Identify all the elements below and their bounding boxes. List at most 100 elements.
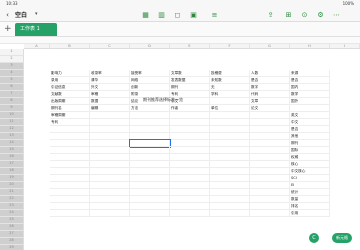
table-header-cell[interactable]: 影响力 (50, 70, 90, 77)
table-cell[interactable]: 期刊 (170, 84, 210, 91)
table-cell[interactable]: 未知数 (210, 77, 250, 84)
table-cell[interactable] (50, 147, 90, 154)
table-cell[interactable]: 引证信息 (50, 84, 90, 91)
table-cell[interactable]: 学科 (210, 91, 250, 98)
table-cell[interactable] (130, 189, 170, 196)
column-header-h[interactable]: H (290, 44, 330, 49)
row-header[interactable]: 3 (0, 63, 24, 70)
table-cell[interactable]: 是否 (290, 126, 330, 133)
row-header[interactable]: 19 (0, 175, 24, 182)
more-icon[interactable]: ⋯ (332, 10, 341, 19)
add-sheet-button[interactable]: + (4, 25, 13, 34)
row-header[interactable]: 7 (0, 91, 24, 98)
table-cell[interactable]: SCI (290, 175, 330, 182)
table-cell[interactable] (90, 168, 130, 175)
row-header[interactable]: 10 (0, 112, 24, 119)
table-cell[interactable] (130, 203, 170, 210)
row-header[interactable]: 21 (0, 189, 24, 196)
table-cell[interactable]: 是否 (290, 77, 330, 84)
table-cell[interactable] (210, 189, 250, 196)
row-header[interactable]: 20 (0, 182, 24, 189)
table-header-cell[interactable]: 人数 (250, 70, 290, 77)
table-header-cell[interactable]: 投稿费 (210, 70, 250, 77)
table-cell[interactable] (210, 133, 250, 140)
row-header[interactable]: 26 (0, 224, 24, 231)
table-cell[interactable] (50, 133, 90, 140)
table-cell[interactable] (170, 182, 210, 189)
table-cell[interactable] (170, 147, 210, 154)
table-cell[interactable] (210, 154, 250, 161)
chevron-down-icon[interactable]: ▾ (35, 11, 38, 17)
table-cell[interactable]: 论文 (250, 105, 290, 112)
table-cell[interactable]: 英文 (290, 112, 330, 119)
table-cell[interactable] (210, 112, 250, 119)
row-header[interactable]: 1 (0, 49, 24, 56)
table-cell[interactable] (210, 140, 250, 147)
table-cell[interactable] (170, 189, 210, 196)
shape-icon[interactable]: ◻ (173, 10, 182, 19)
table-cell[interactable]: 文章 (250, 98, 290, 105)
table-cell[interactable]: 审稿 (90, 91, 130, 98)
table-cell[interactable]: 期刊 (290, 140, 330, 147)
table-cell[interactable] (210, 168, 250, 175)
table-cell[interactable] (250, 119, 290, 126)
table-cell[interactable]: 无 (210, 84, 250, 91)
table-cell[interactable] (90, 189, 130, 196)
table-cell[interactable] (129, 139, 171, 148)
table-cell[interactable] (130, 119, 170, 126)
table-cell[interactable] (50, 210, 90, 217)
table-cell[interactable]: 作者 (170, 105, 210, 112)
table-cell[interactable]: 录用 (50, 77, 90, 84)
row-header[interactable]: 12 (0, 126, 24, 133)
table-cell[interactable]: 编辑 (90, 105, 130, 112)
table-cell[interactable] (50, 154, 90, 161)
table-cell[interactable] (210, 182, 250, 189)
table-cell[interactable]: 文献数 (50, 91, 90, 98)
table-cell[interactable] (170, 119, 210, 126)
column-header-b[interactable]: B (50, 44, 90, 49)
column-header-a[interactable]: A (24, 44, 50, 49)
table-cell[interactable] (130, 210, 170, 217)
spreadsheet-grid[interactable]: ABCDEFGHI 1 2 3 4 5 6 7 8 9 10 11 12 13 14 15 16 17 18 19 2… (0, 44, 360, 250)
media-icon[interactable]: ▣ (189, 10, 198, 19)
settings-icon[interactable]: ⚙ (316, 10, 325, 19)
column-header-e[interactable]: E (170, 44, 210, 49)
table-cell[interactable] (210, 147, 250, 154)
row-header[interactable]: 2 (0, 56, 24, 63)
table-cell[interactable]: 清华 (90, 77, 130, 84)
table-cell[interactable] (250, 168, 290, 175)
table-cell[interactable] (130, 175, 170, 182)
row-header[interactable]: 22 (0, 196, 24, 203)
table-cell[interactable]: 出版周期 (50, 98, 90, 105)
table-cell[interactable]: 排名 (290, 203, 330, 210)
share-icon[interactable]: ⇪ (266, 10, 275, 19)
tab-sheet-1[interactable]: 工作表 1 (15, 23, 57, 36)
row-header[interactable]: 18 (0, 168, 24, 175)
table-cell[interactable] (90, 112, 130, 119)
table-cell[interactable] (90, 203, 130, 210)
table-cell[interactable] (50, 189, 90, 196)
table-cell[interactable] (170, 126, 210, 133)
user-icon[interactable]: ⊙ (300, 10, 309, 19)
table-cell[interactable]: 中文 (290, 119, 330, 126)
table-cell[interactable] (130, 161, 170, 168)
table-cell[interactable]: 代码 (250, 91, 290, 98)
table-cell[interactable] (170, 203, 210, 210)
table-cell[interactable] (250, 189, 290, 196)
table-cell[interactable] (250, 182, 290, 189)
row-header[interactable]: 28 (0, 238, 24, 245)
table-cell[interactable] (130, 112, 170, 119)
column-header-d[interactable]: D (130, 44, 170, 49)
row-header[interactable]: 17 (0, 161, 24, 168)
table-cell[interactable] (90, 154, 130, 161)
table-cell[interactable]: 发表数据 (170, 77, 210, 84)
table-cell[interactable]: 外文 (90, 84, 130, 91)
table-cell[interactable] (210, 175, 250, 182)
table-cell[interactable]: 网络 (130, 77, 170, 84)
table-cell[interactable] (170, 154, 210, 161)
table-cell[interactable] (130, 147, 170, 154)
column-header-i[interactable]: I (330, 44, 360, 49)
table-cell[interactable]: 国际 (290, 147, 330, 154)
row-header[interactable]: 29 (0, 245, 24, 250)
chart-icon[interactable]: ▥ (157, 10, 166, 19)
